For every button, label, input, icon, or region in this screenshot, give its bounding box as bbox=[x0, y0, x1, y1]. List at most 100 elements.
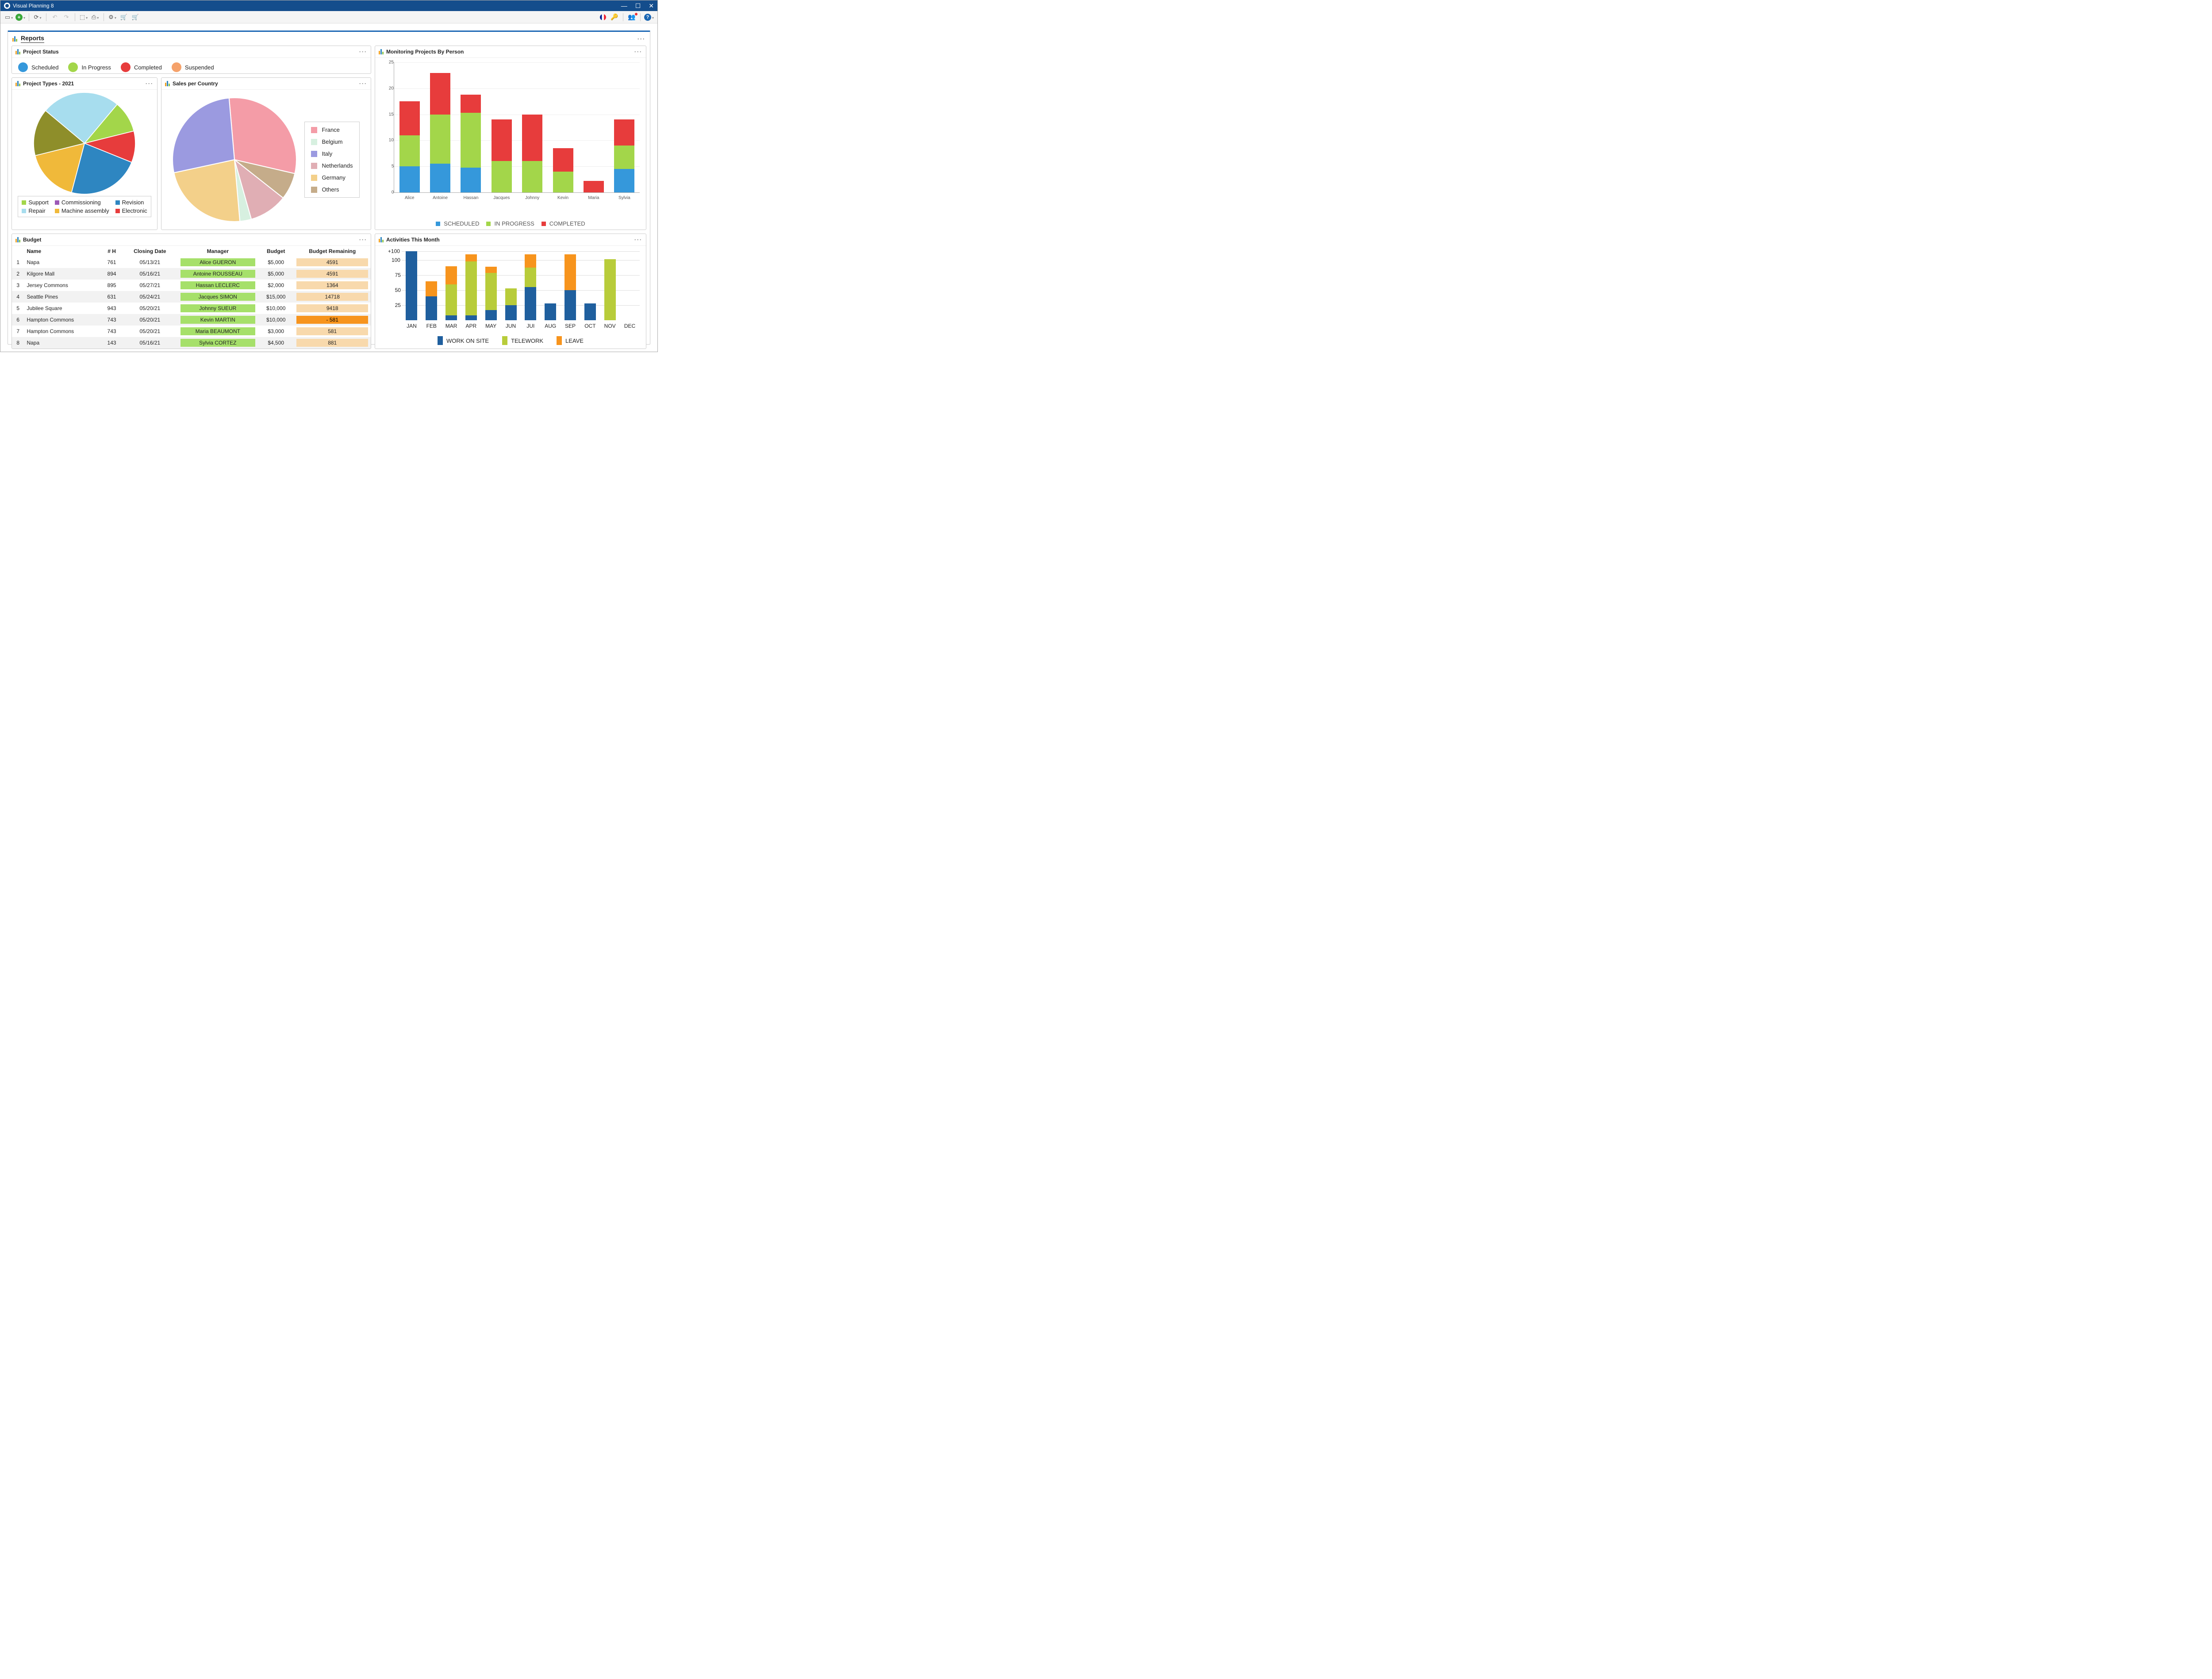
bar-segment bbox=[565, 254, 576, 290]
x-tick: NOV bbox=[604, 323, 616, 329]
x-tick: JUI bbox=[526, 323, 534, 329]
bar-segment bbox=[445, 266, 457, 284]
bar-group: OCT bbox=[580, 251, 600, 320]
cell-name: Jubilee Square bbox=[24, 303, 101, 314]
bar-group: DEC bbox=[620, 251, 640, 320]
cell-name: Hampton Commons bbox=[24, 326, 101, 337]
column-header[interactable]: Closing Date bbox=[122, 246, 177, 257]
column-header[interactable]: Manager bbox=[178, 246, 258, 257]
table-row[interactable]: 3Jersey Commons89505/27/21Hassan LECLERC… bbox=[12, 280, 371, 291]
table-row[interactable]: 5Jubilee Square94305/20/21Johnny SUEUR$1… bbox=[12, 303, 371, 314]
reports-more-button[interactable]: ··· bbox=[637, 36, 645, 42]
key-icon[interactable]: 🔑 bbox=[610, 13, 619, 22]
bar-segment bbox=[525, 287, 536, 320]
cell-budget: $10,000 bbox=[258, 303, 294, 314]
bar-segment bbox=[525, 254, 536, 268]
table-row[interactable]: 2Kilgore Mall89405/16/21Antoine ROUSSEAU… bbox=[12, 268, 371, 280]
panel-more-button[interactable]: ··· bbox=[634, 49, 642, 55]
add-button[interactable]: + bbox=[15, 13, 25, 22]
titlebar: Visual Planning 8 — ☐ ✕ bbox=[0, 0, 657, 11]
cell-date: 05/13/21 bbox=[122, 257, 177, 268]
monitoring-chart: 5101520250AliceAntoineHassanJacquesJohnn… bbox=[379, 61, 642, 211]
legend-item: SCHEDULED bbox=[436, 220, 479, 227]
x-tick: Jacques bbox=[493, 196, 510, 200]
legend-label: Belgium bbox=[322, 138, 342, 145]
panel-title: Project Types - 2021 bbox=[23, 80, 74, 87]
reports-panel: Reports ··· Project Status ··· Scheduled… bbox=[8, 31, 650, 345]
monitoring-legend: SCHEDULEDIN PROGRESSCOMPLETED bbox=[379, 211, 642, 227]
bar-segment bbox=[492, 161, 512, 192]
column-header[interactable]: # H bbox=[101, 246, 122, 257]
legend-item: Scheduled bbox=[18, 62, 58, 72]
window-minimize-button[interactable]: — bbox=[621, 2, 627, 10]
x-tick: Alice bbox=[405, 196, 415, 200]
cell-index: 6 bbox=[12, 314, 24, 326]
table-row[interactable]: 6Hampton Commons74305/20/21Kevin MARTIN$… bbox=[12, 314, 371, 326]
view-button[interactable]: ▭ bbox=[4, 13, 14, 22]
y-tick: 75 bbox=[395, 272, 401, 278]
cell-name: Napa bbox=[24, 337, 101, 349]
help-button[interactable]: ? bbox=[644, 13, 654, 22]
refresh-button[interactable]: ⟳ bbox=[33, 13, 42, 22]
column-header[interactable]: Name bbox=[24, 246, 101, 257]
column-header[interactable] bbox=[12, 246, 24, 257]
undo-button[interactable]: ↶ bbox=[50, 13, 60, 22]
column-header[interactable]: Budget Remaining bbox=[294, 246, 371, 257]
locale-flag-icon[interactable] bbox=[598, 13, 608, 22]
panel-title: Project Status bbox=[23, 49, 59, 55]
sales-country-panel: Sales per Country ··· FranceBelgiumItaly… bbox=[161, 77, 371, 230]
notification-icon[interactable]: 👥 bbox=[627, 13, 637, 22]
panel-more-button[interactable]: ··· bbox=[359, 237, 367, 243]
cart-in-button[interactable]: 🛒 bbox=[119, 13, 129, 22]
table-row[interactable]: 8Napa14305/16/21Sylvia CORTEZ$4,500881 bbox=[12, 337, 371, 349]
bar-group: MAY bbox=[481, 251, 501, 320]
panel-more-button[interactable]: ··· bbox=[359, 80, 367, 87]
panel-title: Monitoring Projects By Person bbox=[386, 49, 464, 55]
bar-group: Alice bbox=[394, 62, 425, 192]
x-tick: Johnny bbox=[525, 196, 539, 200]
x-tick: MAR bbox=[445, 323, 457, 329]
legend-label: Completed bbox=[134, 64, 162, 71]
cart-out-button[interactable]: 🛒 bbox=[131, 13, 140, 22]
panel-more-button[interactable]: ··· bbox=[359, 49, 367, 55]
display-button[interactable]: ⬚ bbox=[79, 13, 88, 22]
window-maximize-button[interactable]: ☐ bbox=[635, 2, 641, 10]
swatch-icon bbox=[18, 62, 28, 72]
panel-more-button[interactable]: ··· bbox=[146, 80, 154, 87]
swatch-icon bbox=[486, 222, 491, 226]
legend-label: Scheduled bbox=[31, 64, 58, 71]
bar-group: JAN bbox=[402, 251, 422, 320]
bar-group: FEB bbox=[422, 251, 442, 320]
swatch-icon bbox=[502, 336, 507, 345]
cell-date: 05/20/21 bbox=[122, 314, 177, 326]
cell-hours: 743 bbox=[101, 314, 122, 326]
panel-more-button[interactable]: ··· bbox=[634, 237, 642, 243]
swatch-icon bbox=[436, 222, 440, 226]
bar-segment bbox=[445, 315, 457, 320]
table-row[interactable]: 4Seattle Pines63105/24/21Jacques SIMON$1… bbox=[12, 291, 371, 303]
cell-name: Hampton Commons bbox=[24, 314, 101, 326]
print-button[interactable]: ⎙ bbox=[90, 13, 100, 22]
swatch-icon bbox=[438, 336, 443, 345]
bar-segment bbox=[461, 168, 481, 192]
bar-group: JUI bbox=[521, 251, 541, 320]
window-close-button[interactable]: ✕ bbox=[649, 2, 654, 10]
main-toolbar: ▭ + ⟳ ↶ ↷ ⬚ ⎙ ⚙ 🛒 🛒 🔑 👥 ? bbox=[0, 11, 657, 23]
legend-label: TELEWORK bbox=[511, 337, 543, 344]
column-header[interactable]: Budget bbox=[258, 246, 294, 257]
y-tick: 100 bbox=[392, 257, 400, 263]
bar-segment bbox=[465, 315, 477, 320]
redo-button[interactable]: ↷ bbox=[61, 13, 71, 22]
panel-title: Activities This Month bbox=[386, 237, 440, 243]
bar-group: MAR bbox=[442, 251, 461, 320]
cell-manager: Antoine ROUSSEAU bbox=[178, 268, 258, 280]
bar-segment bbox=[522, 115, 542, 161]
legend-item: WORK ON SITE bbox=[438, 336, 489, 345]
sales-country-pie bbox=[173, 98, 296, 222]
settings-button[interactable]: ⚙ bbox=[108, 13, 117, 22]
table-row[interactable]: 1Napa76105/13/21Alice GUERON$5,0004591 bbox=[12, 257, 371, 268]
cell-index: 1 bbox=[12, 257, 24, 268]
legend-label: Netherlands bbox=[322, 162, 353, 169]
cell-remaining: 4591 bbox=[294, 268, 371, 280]
table-row[interactable]: 7Hampton Commons74305/20/21Maria BEAUMON… bbox=[12, 326, 371, 337]
